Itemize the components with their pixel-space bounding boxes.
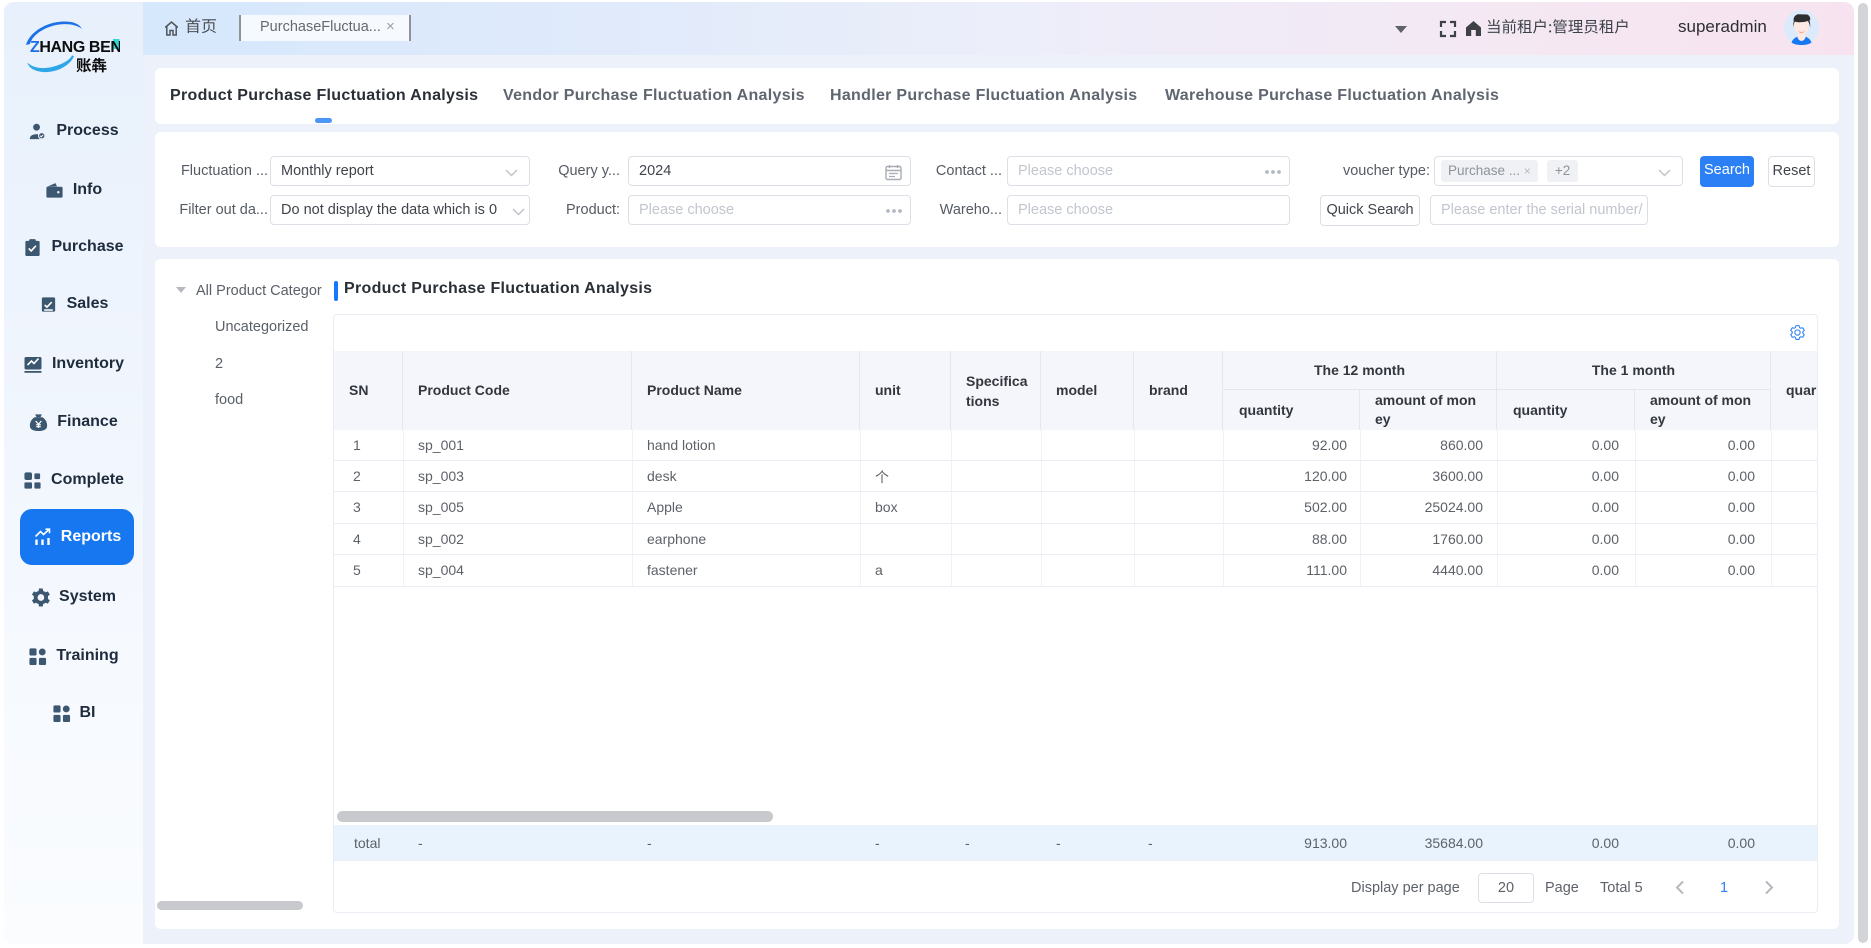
svg-text:ZHANG BEN: ZHANG BEN <box>30 39 120 56</box>
